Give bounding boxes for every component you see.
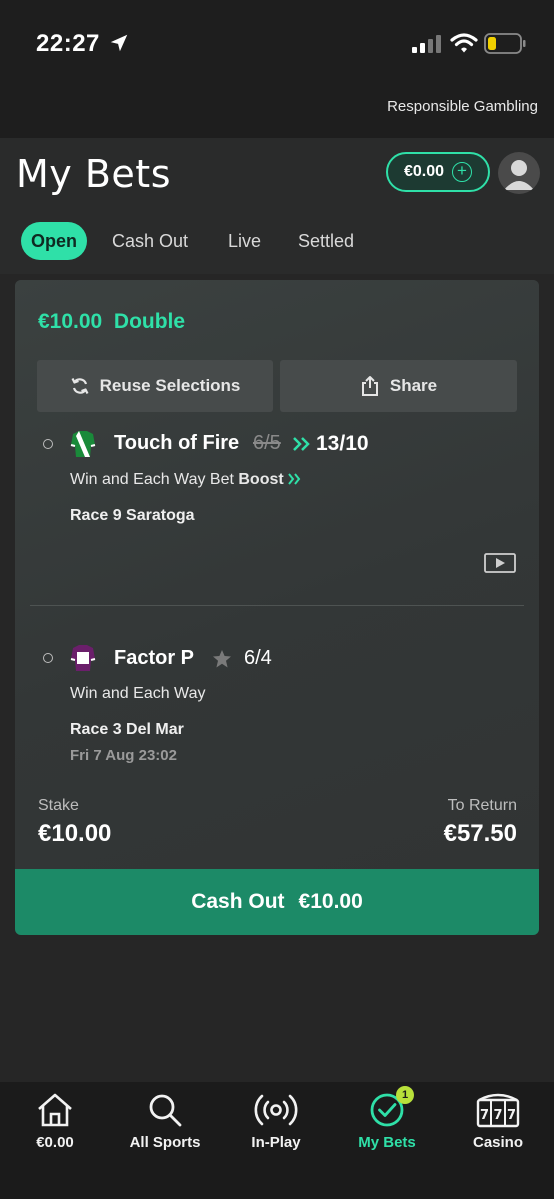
- stake-label: Stake: [38, 797, 79, 814]
- selection-race: Race 9 Saratoga: [70, 507, 195, 524]
- share-icon: [361, 376, 378, 396]
- selection-status-dot: [43, 439, 53, 449]
- selection-date: Fri 7 Aug 23:02: [70, 747, 177, 764]
- nav-label: In-Play: [251, 1134, 301, 1151]
- reuse-selections-button[interactable]: Reuse Selections: [37, 360, 273, 412]
- to-return-label: To Return: [447, 797, 517, 814]
- svg-text:7: 7: [507, 1108, 516, 1123]
- responsible-gambling-link[interactable]: Responsible Gambling: [387, 98, 538, 115]
- search-icon: [149, 1094, 182, 1127]
- cellular-signal-icon: [412, 35, 441, 53]
- nav-all-sports[interactable]: All Sports: [110, 1090, 220, 1151]
- boost-chevrons-icon: [293, 437, 310, 451]
- share-button[interactable]: Share: [280, 360, 517, 412]
- selection-odds: 13/10: [316, 432, 369, 455]
- wifi-icon: [450, 33, 478, 53]
- selection-odds: 6/4: [244, 647, 272, 669]
- stake-value: €10.00: [38, 820, 112, 847]
- selection-market: Win and Each Way Bet Boost: [70, 471, 302, 489]
- tab-live[interactable]: Live: [228, 222, 261, 260]
- selection-race: Race 3 Del Mar: [70, 721, 184, 738]
- bet-card: €10.00 Double Reuse Selections Share Tou…: [15, 280, 539, 935]
- selection-market: Win and Each Way: [70, 685, 206, 702]
- selection-market-text: Win and Each Way Bet: [70, 471, 234, 488]
- selection-old-odds: 6/5: [253, 432, 281, 454]
- cash-out-label: Cash Out: [191, 890, 285, 913]
- refresh-icon: [71, 378, 89, 394]
- nav-my-bets[interactable]: 1 My Bets: [332, 1086, 442, 1151]
- nav-label: All Sports: [129, 1134, 201, 1151]
- share-label: Share: [389, 376, 438, 395]
- boost-chevrons-icon: [288, 473, 301, 485]
- plus-icon: +: [452, 162, 473, 182]
- battery-icon: [484, 33, 526, 54]
- star-icon[interactable]: [212, 649, 232, 669]
- location-arrow-icon: [110, 34, 128, 52]
- jockey-silk-icon: [70, 431, 96, 457]
- tab-cash-out[interactable]: Cash Out: [112, 222, 188, 260]
- nav-home[interactable]: €0.00: [0, 1090, 110, 1151]
- reuse-selections-label: Reuse Selections: [99, 376, 241, 395]
- selection-divider: [30, 605, 524, 606]
- nav-casino[interactable]: 7 7 7 Casino: [443, 1090, 553, 1151]
- in-play-icon: [254, 1094, 298, 1126]
- selection-horse-name: Factor P: [114, 647, 195, 669]
- user-icon: [504, 160, 534, 190]
- selection-horse-name: Touch of Fire: [114, 432, 240, 454]
- bet-header: €10.00 Double: [38, 310, 185, 334]
- nav-label: Casino: [472, 1134, 523, 1151]
- nav-in-play[interactable]: In-Play: [221, 1090, 331, 1151]
- svg-text:7: 7: [493, 1108, 502, 1123]
- to-return-value: €57.50: [443, 820, 517, 847]
- nav-label: My Bets: [358, 1134, 416, 1151]
- bet-stake: €10.00: [38, 310, 103, 333]
- home-icon: [38, 1093, 72, 1127]
- cash-out-button[interactable]: Cash Out €10.00: [15, 869, 539, 935]
- selection-status-dot: [43, 653, 53, 663]
- video-play-icon[interactable]: [484, 553, 516, 573]
- page-title: My Bets: [16, 152, 171, 196]
- avatar[interactable]: [498, 152, 540, 194]
- balance-value: €0.00: [403, 163, 445, 180]
- status-time: 22:27: [36, 30, 100, 57]
- cash-out-value: €10.00: [298, 890, 363, 913]
- tab-settled[interactable]: Settled: [298, 222, 354, 260]
- jockey-silk-icon: [70, 645, 96, 671]
- nav-label: €0.00: [36, 1134, 74, 1151]
- bet-type: Double: [113, 310, 186, 333]
- slot-machine-icon: 7 7 7: [476, 1093, 520, 1128]
- tab-open[interactable]: Open: [21, 222, 88, 260]
- svg-text:7: 7: [480, 1108, 489, 1123]
- notification-badge: 1: [396, 1086, 414, 1104]
- boost-label: Boost: [238, 471, 284, 488]
- balance-button[interactable]: €0.00 +: [386, 152, 490, 192]
